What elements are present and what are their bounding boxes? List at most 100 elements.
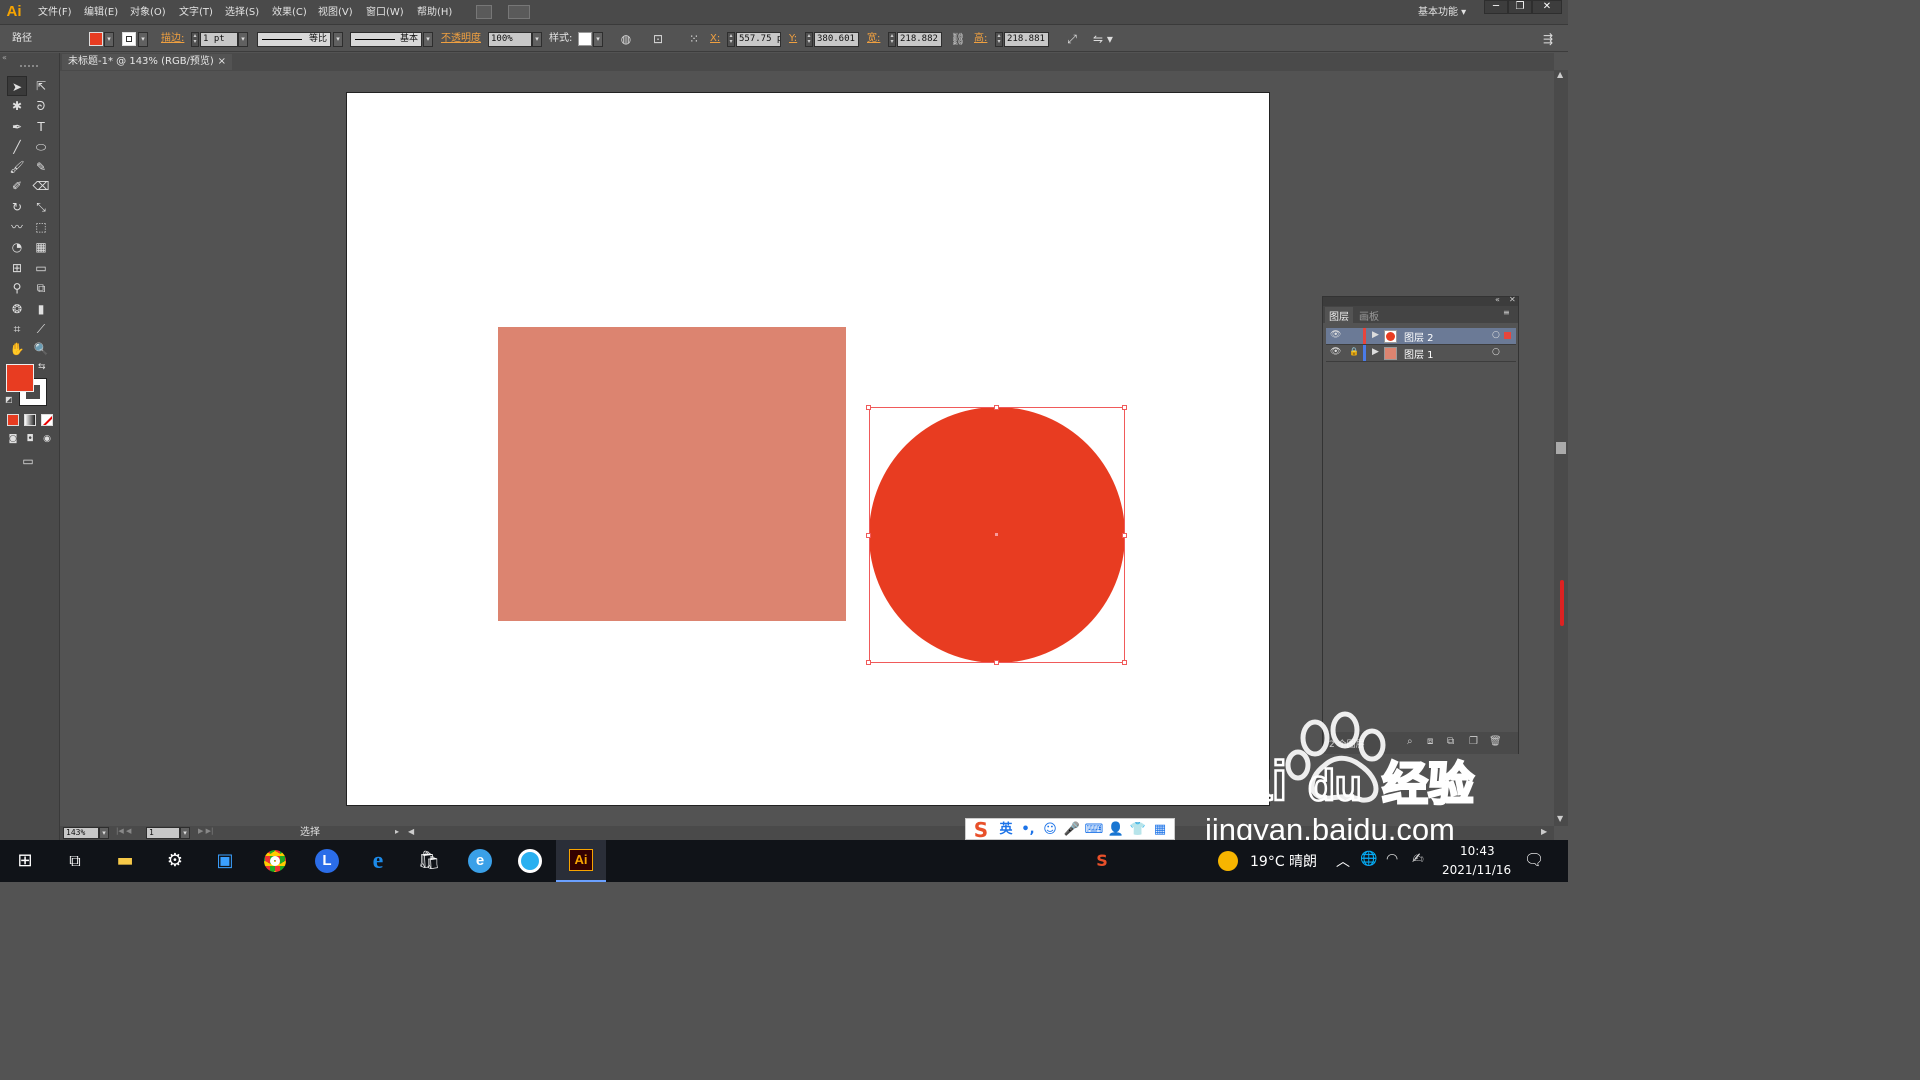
x-field[interactable]: 557.75 p — [736, 32, 781, 47]
stroke-swatch[interactable] — [122, 32, 136, 46]
artboard-next-icon[interactable]: ▶ ▶| — [198, 827, 213, 835]
bbox-handle-b[interactable] — [994, 660, 999, 665]
fill-dropdown[interactable]: ▾ — [104, 32, 114, 47]
none-mode-icon[interactable] — [41, 414, 53, 426]
microphone-icon[interactable]: 🎤 — [1062, 819, 1082, 841]
menu-edit[interactable]: 编辑(E) — [84, 0, 118, 25]
weather-sun-icon[interactable] — [1218, 851, 1238, 871]
task-view-icon[interactable]: ⧉ — [50, 840, 100, 882]
tab-layers[interactable]: 图层 — [1325, 307, 1353, 324]
constrain-proportions-icon[interactable]: ⛓ — [950, 31, 966, 47]
ellipse-tool-icon[interactable]: ⬭ — [31, 137, 51, 157]
artboard-nav-icon[interactable]: |◀ ◀ — [116, 827, 131, 835]
ie-icon[interactable]: e — [353, 840, 403, 882]
eyedropper-tool-icon[interactable]: ⚲ — [7, 278, 27, 298]
pen-tool-icon[interactable]: ✒ — [7, 117, 27, 137]
new-layer-icon[interactable]: ❐ — [1469, 736, 1478, 747]
menu-select[interactable]: 选择(S) — [225, 0, 259, 25]
make-clipping-mask-icon[interactable]: ⧈ — [1427, 736, 1433, 747]
photos-icon[interactable]: ▣ — [200, 840, 250, 882]
vertical-scroll-thumb[interactable] — [1556, 442, 1566, 454]
symbol-sprayer-tool-icon[interactable]: ❂ — [7, 299, 27, 319]
sogou-tray-icon[interactable]: S — [1077, 840, 1127, 882]
blend-tool-icon[interactable]: ⧉ — [31, 278, 51, 298]
visibility-eye-icon[interactable]: 👁 — [1330, 347, 1341, 357]
store-icon[interactable]: 🛍 — [404, 840, 454, 882]
user-icon[interactable]: 👤 — [1106, 819, 1126, 841]
panel-menu-icon[interactable]: ≡ — [1503, 308, 1510, 317]
scale-tool-icon[interactable]: ⤡ — [31, 197, 51, 217]
stroke-weight-dropdown[interactable]: ▾ — [238, 32, 248, 47]
bbox-handle-tr[interactable] — [1122, 405, 1127, 410]
reference-point-icon[interactable]: ⁙ — [686, 31, 702, 47]
restore-button[interactable]: ❐ — [1508, 0, 1532, 14]
layer-row-2[interactable]: 👁 ▶ 图层 2 ○ — [1326, 328, 1516, 345]
perspective-grid-tool-icon[interactable]: ▦ — [31, 237, 51, 257]
layers-panel-header[interactable]: « ✕ — [1323, 295, 1518, 306]
tab-artboards[interactable]: 画板 — [1359, 308, 1379, 323]
file-explorer-icon[interactable]: ▬ — [100, 840, 150, 882]
height-label[interactable]: 高: — [974, 26, 987, 52]
pencil-tool-icon[interactable]: ✎ — [31, 157, 51, 177]
scroll-up-icon[interactable]: ▲ — [1557, 70, 1563, 79]
selection-indicator[interactable] — [1504, 332, 1511, 339]
magic-wand-tool-icon[interactable]: ✱ — [7, 96, 27, 116]
menu-file[interactable]: 文件(F) — [38, 0, 72, 25]
y-field[interactable]: 380.601 — [814, 32, 859, 47]
close-button[interactable]: ✕ — [1532, 0, 1562, 14]
bbox-handle-l[interactable] — [866, 533, 871, 538]
width-field[interactable]: 218.882 — [897, 32, 942, 47]
artboard-dropdown[interactable]: ▾ — [180, 827, 190, 839]
swap-colors-icon[interactable]: ⇆ — [38, 362, 50, 374]
status-arrow-icon[interactable]: ▸ — [395, 827, 399, 836]
gradient-mode-icon[interactable] — [24, 414, 36, 426]
recolor-artwork-icon[interactable]: ◍ — [618, 31, 634, 47]
stroke-label[interactable]: 描边: — [161, 26, 184, 52]
rectangle-shape[interactable] — [498, 327, 846, 621]
slice-tool-icon[interactable]: ⟋ — [31, 319, 51, 339]
selection-tool-icon[interactable]: ➤ — [7, 76, 27, 96]
scroll-down-icon[interactable]: ▼ — [1557, 814, 1563, 823]
panel-close-icon[interactable]: ✕ — [1509, 295, 1516, 304]
edge-icon[interactable]: e — [455, 840, 505, 882]
arrange-documents-icon[interactable] — [508, 5, 530, 19]
shape-builder-tool-icon[interactable]: ◔ — [7, 237, 27, 257]
height-spinner[interactable]: ▴ ▾ — [995, 32, 1003, 47]
emoji-icon[interactable]: ☺ — [1040, 819, 1060, 841]
isolate-icon[interactable]: ⇋ ▾ — [1090, 31, 1116, 47]
target-icon[interactable]: ○ — [1492, 347, 1500, 357]
bbox-handle-tl[interactable] — [866, 405, 871, 410]
mesh-tool-icon[interactable]: ⊞ — [7, 258, 27, 278]
new-sublayer-icon[interactable]: ⧉ — [1447, 736, 1454, 747]
document-tab[interactable]: 未标题-1* @ 143% (RGB/预览) × — [62, 54, 232, 70]
network-globe-icon[interactable]: 🌐 — [1360, 851, 1377, 867]
wifi-icon[interactable]: ◠ — [1386, 851, 1398, 867]
toolbox-icon[interactable]: ▦ — [1150, 819, 1170, 841]
line-tool-icon[interactable]: ╱ — [7, 137, 27, 157]
stroke-weight-field[interactable]: 1 pt — [200, 32, 238, 47]
draw-inside-icon[interactable]: ◉ — [39, 431, 55, 447]
lasso-tool-icon[interactable]: ᘐ — [31, 96, 51, 116]
width-label[interactable]: 宽: — [867, 26, 880, 52]
paintbrush-tool-icon[interactable]: 🖌 — [7, 157, 27, 177]
align-options-icon[interactable]: ⊡ — [650, 31, 666, 47]
workspace-switcher[interactable]: 基本功能 ▾ — [1418, 0, 1466, 25]
screen-mode-icon[interactable]: ▭ — [18, 451, 38, 471]
panel-grip[interactable] — [20, 65, 38, 67]
y-spinner[interactable]: ▴ ▾ — [805, 32, 813, 47]
opacity-dropdown[interactable]: ▾ — [532, 32, 542, 47]
draw-behind-icon[interactable]: ◘ — [22, 431, 38, 447]
default-colors-icon[interactable]: ◩ — [5, 395, 15, 405]
start-button[interactable]: ⊞ — [0, 840, 50, 882]
minimize-button[interactable]: ─ — [1484, 0, 1508, 14]
expand-arrow-icon[interactable]: ▶ — [1372, 330, 1379, 340]
style-dropdown[interactable]: ▾ — [593, 32, 603, 47]
clock-date[interactable]: 2021/11/16 — [1442, 863, 1511, 877]
type-tool-icon[interactable]: T — [31, 117, 51, 137]
x-label[interactable]: X: — [710, 26, 720, 52]
chrome-icon[interactable] — [250, 840, 300, 882]
zoom-dropdown[interactable]: ▾ — [99, 827, 109, 839]
lock-icon[interactable]: 🔒 — [1349, 347, 1359, 356]
fill-color-box[interactable] — [6, 364, 34, 392]
settings-icon[interactable]: ⚙ — [150, 840, 200, 882]
